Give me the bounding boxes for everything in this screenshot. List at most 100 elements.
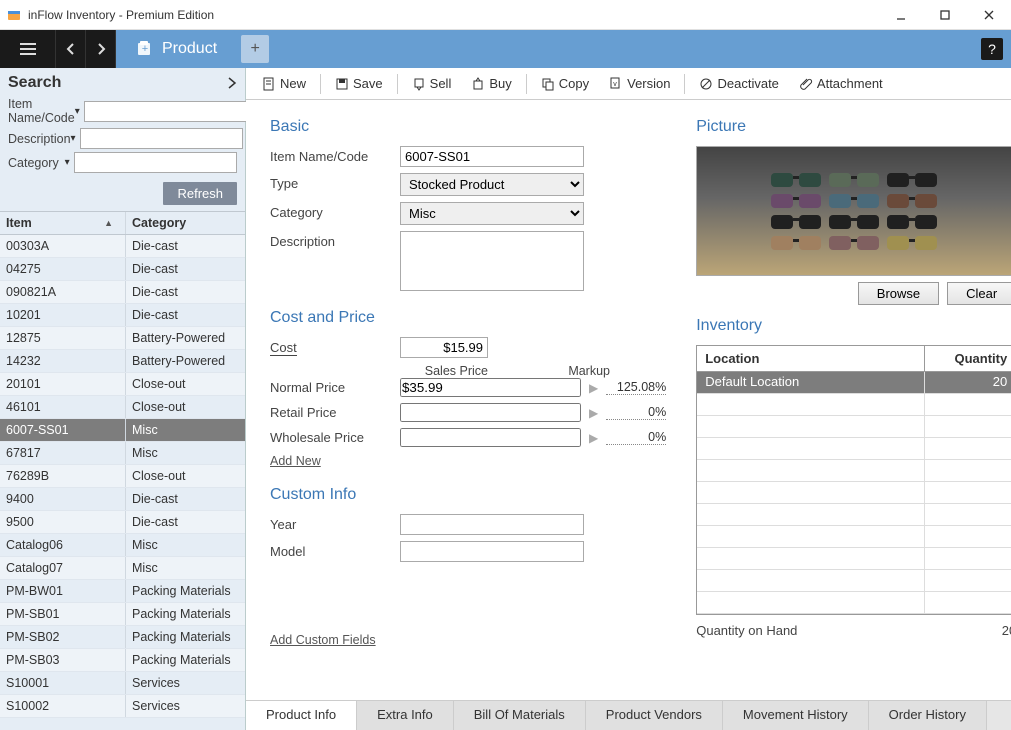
wholesale-price-input[interactable] — [400, 428, 581, 447]
attachment-button[interactable]: Attachment — [791, 73, 891, 94]
table-row[interactable]: 6007-SS01Misc — [0, 419, 245, 442]
inventory-row[interactable] — [697, 592, 1011, 614]
inventory-row[interactable] — [697, 504, 1011, 526]
table-row[interactable]: 76289BClose-out — [0, 465, 245, 488]
table-row[interactable]: 04275Die-cast — [0, 258, 245, 281]
inventory-row[interactable] — [697, 570, 1011, 592]
search-category-input[interactable] — [74, 152, 237, 173]
refresh-button[interactable]: Refresh — [163, 182, 237, 205]
search-category-label: Category — [8, 156, 64, 170]
content-area: New Save Sell Buy Copy vVersion Deactiva… — [246, 68, 1011, 730]
add-custom-fields-link[interactable]: Add Custom Fields — [270, 633, 376, 647]
inv-cell-location — [697, 438, 925, 459]
close-button[interactable] — [967, 0, 1011, 30]
qoh-value: 20 — [1002, 623, 1011, 638]
table-row[interactable]: 9500Die-cast — [0, 511, 245, 534]
tab-order[interactable]: Order History — [869, 701, 987, 730]
normal-price-input[interactable] — [400, 378, 581, 397]
search-itemname-input[interactable] — [84, 101, 247, 122]
retail-markup[interactable]: 0% — [606, 405, 666, 420]
inventory-row[interactable] — [697, 482, 1011, 504]
inventory-row[interactable] — [697, 438, 1011, 460]
table-row[interactable]: 46101Close-out — [0, 396, 245, 419]
inventory-row[interactable] — [697, 460, 1011, 482]
model-input[interactable] — [400, 541, 584, 562]
inv-col-quantity[interactable]: Quantity — [925, 346, 1011, 371]
tab-product[interactable]: + Product — [126, 30, 235, 68]
cell-category: Die-cast — [126, 235, 245, 257]
cell-category: Packing Materials — [126, 580, 245, 602]
inventory-row[interactable]: Default Location20 — [697, 372, 1011, 394]
year-input[interactable] — [400, 514, 584, 535]
column-category[interactable]: Category — [126, 212, 245, 234]
browse-button[interactable]: Browse — [858, 282, 939, 305]
version-button[interactable]: vVersion — [601, 73, 678, 94]
type-select[interactable]: Stocked Product — [400, 173, 584, 196]
category-select[interactable]: Misc — [400, 202, 584, 225]
triangle-icon[interactable]: ▶ — [589, 381, 598, 395]
table-row[interactable]: 14232Battery-Powered — [0, 350, 245, 373]
add-new-price-link[interactable]: Add New — [270, 454, 321, 468]
section-inventory: Inventory — [696, 317, 1011, 335]
tab-extra-info[interactable]: Extra Info — [357, 701, 454, 730]
clear-button[interactable]: Clear — [947, 282, 1011, 305]
tab-bom[interactable]: Bill Of Materials — [454, 701, 586, 730]
minimize-button[interactable] — [879, 0, 923, 30]
section-picture: Picture — [696, 118, 1011, 136]
table-row[interactable]: 00303ADie-cast — [0, 235, 245, 258]
table-row[interactable]: PM-SB02Packing Materials — [0, 626, 245, 649]
cost-input[interactable] — [400, 337, 488, 358]
cell-item: Catalog07 — [0, 557, 126, 579]
tab-vendors[interactable]: Product Vendors — [586, 701, 723, 730]
dropdown-icon[interactable]: ▾ — [75, 106, 80, 117]
wholesale-markup[interactable]: 0% — [606, 430, 666, 445]
tab-product-info[interactable]: Product Info — [246, 701, 357, 730]
new-button[interactable]: New — [254, 73, 314, 94]
collapse-icon[interactable] — [227, 77, 237, 89]
triangle-icon[interactable]: ▶ — [589, 431, 598, 445]
table-row[interactable]: 9400Die-cast — [0, 488, 245, 511]
column-item[interactable]: Item▲ — [0, 212, 126, 234]
inventory-row[interactable] — [697, 526, 1011, 548]
table-row[interactable]: Catalog07Misc — [0, 557, 245, 580]
inventory-row[interactable] — [697, 394, 1011, 416]
retail-price-label: Retail Price — [270, 405, 400, 420]
retail-price-input[interactable] — [400, 403, 581, 422]
save-button[interactable]: Save — [327, 73, 391, 94]
table-row[interactable]: S10001Services — [0, 672, 245, 695]
search-description-input[interactable] — [80, 128, 243, 149]
itemname-input[interactable] — [400, 146, 584, 167]
inv-col-location[interactable]: Location — [697, 346, 925, 371]
table-row[interactable]: 67817Misc — [0, 442, 245, 465]
deactivate-button[interactable]: Deactivate — [691, 73, 786, 94]
maximize-button[interactable] — [923, 0, 967, 30]
tab-product-label: Product — [162, 40, 217, 58]
product-picture[interactable] — [696, 146, 1011, 276]
normal-markup[interactable]: 125.08% — [606, 380, 666, 395]
tab-new[interactable]: + — [241, 35, 269, 63]
table-row[interactable]: PM-SB01Packing Materials — [0, 603, 245, 626]
copy-button[interactable]: Copy — [533, 73, 597, 94]
triangle-icon[interactable]: ▶ — [589, 406, 598, 420]
nav-forward-button[interactable] — [86, 30, 116, 68]
dropdown-icon[interactable]: ▾ — [71, 133, 76, 144]
nav-back-button[interactable] — [56, 30, 86, 68]
dropdown-icon[interactable]: ▾ — [64, 157, 70, 168]
table-row[interactable]: 20101Close-out — [0, 373, 245, 396]
tab-movement[interactable]: Movement History — [723, 701, 869, 730]
table-row[interactable]: PM-BW01Packing Materials — [0, 580, 245, 603]
table-row[interactable]: 12875Battery-Powered — [0, 327, 245, 350]
help-button[interactable]: ? — [981, 38, 1003, 60]
sell-button[interactable]: Sell — [404, 73, 460, 94]
table-row[interactable]: S10002Services — [0, 695, 245, 718]
table-row[interactable]: 10201Die-cast — [0, 304, 245, 327]
table-row[interactable]: PM-SB03Packing Materials — [0, 649, 245, 672]
menu-button[interactable] — [0, 30, 56, 68]
inventory-row[interactable] — [697, 548, 1011, 570]
buy-button[interactable]: Buy — [463, 73, 519, 94]
cell-item: PM-SB03 — [0, 649, 126, 671]
inventory-row[interactable] — [697, 416, 1011, 438]
table-row[interactable]: 090821ADie-cast — [0, 281, 245, 304]
description-input[interactable] — [400, 231, 584, 291]
table-row[interactable]: Catalog06Misc — [0, 534, 245, 557]
